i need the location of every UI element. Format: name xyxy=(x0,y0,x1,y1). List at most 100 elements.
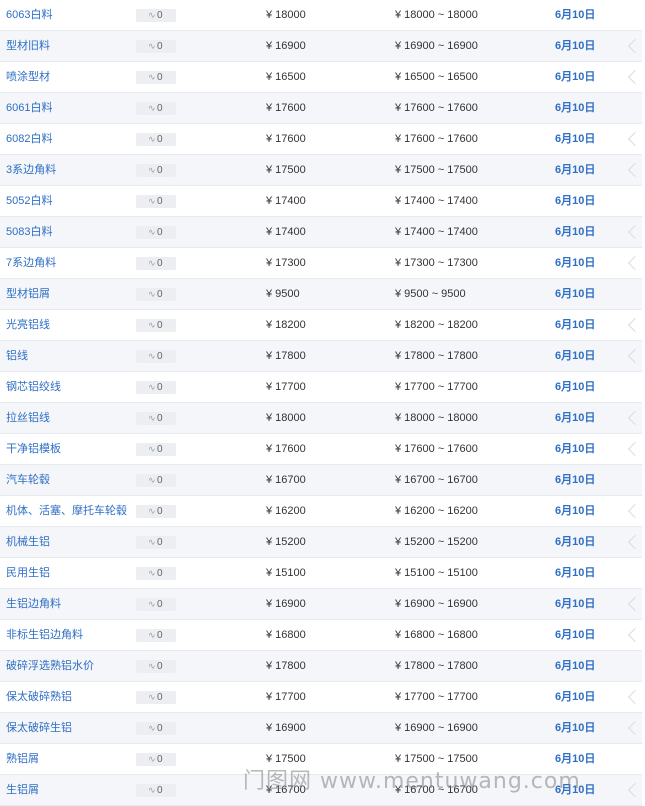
price-date: 6月10日 xyxy=(555,629,596,641)
item-name-link[interactable]: 5052白料 xyxy=(6,186,52,216)
table-row: 光亮铝线 ∿ 0 ¥ 18200 ¥ 18200 ~ 18200 6月10日 xyxy=(0,310,643,341)
change-value: 0 xyxy=(157,103,163,114)
price-date: 6月10日 xyxy=(555,71,596,83)
price-range: ¥ 17500 ~ 17500 xyxy=(395,164,478,176)
price-range: ¥ 17800 ~ 17800 xyxy=(395,660,478,672)
change-value: 0 xyxy=(157,475,163,486)
table-row: 6082白料 ∿ 0 ¥ 17600 ¥ 17600 ~ 17600 6月10日 xyxy=(0,124,643,155)
price-date: 6月10日 xyxy=(555,257,596,269)
trend-icon: ∿ xyxy=(148,475,156,485)
item-name-link[interactable]: 机体、活塞、摩托车轮毂 xyxy=(6,496,127,526)
avg-price: ¥ 17600 xyxy=(266,443,306,455)
price-range: ¥ 17800 ~ 17800 xyxy=(395,350,478,362)
price-range: ¥ 17600 ~ 17600 xyxy=(395,443,478,455)
change-badge: ∿ 0 xyxy=(136,195,176,208)
trend-icon: ∿ xyxy=(148,723,156,733)
item-name-link[interactable]: 汽车轮毂 xyxy=(6,465,50,495)
price-range: ¥ 9500 ~ 9500 xyxy=(395,288,466,300)
avg-price: ¥ 16900 xyxy=(266,598,306,610)
price-date: 6月10日 xyxy=(555,288,596,300)
price-date: 6月10日 xyxy=(555,9,596,21)
item-name-link[interactable]: 型材铝屑 xyxy=(6,279,50,309)
watermark-mark xyxy=(627,162,643,178)
change-badge: ∿ 0 xyxy=(136,319,176,332)
price-date: 6月10日 xyxy=(555,660,596,672)
price-date: 6月10日 xyxy=(555,722,596,734)
watermark-mark xyxy=(627,348,643,364)
item-name-link[interactable]: 机械生铝 xyxy=(6,527,50,557)
item-name-link[interactable]: 民用生铝 xyxy=(6,558,50,588)
item-name-link[interactable]: 6082白料 xyxy=(6,124,52,154)
change-value: 0 xyxy=(157,630,163,641)
table-row: 钢芯铝绞线 ∿ 0 ¥ 17700 ¥ 17700 ~ 17700 6月10日 xyxy=(0,372,642,403)
price-date: 6月10日 xyxy=(555,381,596,393)
price-range: ¥ 16700 ~ 16700 xyxy=(395,474,478,486)
item-name-link[interactable]: 破碎浮选熟铝水价 xyxy=(6,651,94,681)
price-date: 6月10日 xyxy=(555,226,596,238)
site-watermark: 门图网 www.mentuwang.com xyxy=(243,769,581,794)
item-name-link[interactable]: 干净铝模板 xyxy=(6,434,61,464)
item-name-link[interactable]: 型材旧料 xyxy=(6,31,50,61)
trend-icon: ∿ xyxy=(148,754,156,764)
item-name-link[interactable]: 生铝屑 xyxy=(6,775,39,805)
watermark-mark xyxy=(627,255,643,271)
table-row: 5052白料 ∿ 0 ¥ 17400 ¥ 17400 ~ 17400 6月10日 xyxy=(0,186,642,217)
watermark-mark xyxy=(627,38,643,54)
change-badge: ∿ 0 xyxy=(136,102,176,115)
watermark-mark xyxy=(627,410,643,426)
trend-icon: ∿ xyxy=(148,41,156,51)
change-value: 0 xyxy=(157,41,163,52)
change-value: 0 xyxy=(157,599,163,610)
avg-price: ¥ 18200 xyxy=(266,319,306,331)
trend-icon: ∿ xyxy=(148,227,156,237)
item-name-link[interactable]: 保太破碎生铝 xyxy=(6,713,72,743)
trend-icon: ∿ xyxy=(148,72,156,82)
item-name-link[interactable]: 喷涂型材 xyxy=(6,62,50,92)
item-name-link[interactable]: 铝线 xyxy=(6,341,28,371)
table-row: 破碎浮选熟铝水价 ∿ 0 ¥ 17800 ¥ 17800 ~ 17800 6月10日 xyxy=(0,651,642,682)
price-date: 6月10日 xyxy=(555,40,596,52)
price-range: ¥ 18000 ~ 18000 xyxy=(395,412,478,424)
item-name-link[interactable]: 熟铝屑 xyxy=(6,744,39,774)
item-name-link[interactable]: 6063白料 xyxy=(6,0,52,30)
item-name-link[interactable]: 非标生铝边角料 xyxy=(6,620,83,650)
item-name-link[interactable]: 保太破碎熟铝 xyxy=(6,682,72,712)
watermark-mark xyxy=(627,224,643,240)
change-badge: ∿ 0 xyxy=(136,536,176,549)
change-badge: ∿ 0 xyxy=(136,133,176,146)
table-row: 3系边角料 ∿ 0 ¥ 17500 ¥ 17500 ~ 17500 6月10日 xyxy=(0,155,643,186)
price-range: ¥ 17700 ~ 17700 xyxy=(395,691,478,703)
item-name-link[interactable]: 7系边角料 xyxy=(6,248,56,278)
item-name-link[interactable]: 钢芯铝绞线 xyxy=(6,372,61,402)
item-name-link[interactable]: 5083白料 xyxy=(6,217,52,247)
change-value: 0 xyxy=(157,537,163,548)
trend-icon: ∿ xyxy=(148,289,156,299)
price-range: ¥ 16900 ~ 16900 xyxy=(395,722,478,734)
avg-price: ¥ 16700 xyxy=(266,474,306,486)
item-name-link[interactable]: 光亮铝线 xyxy=(6,310,50,340)
item-name-link[interactable]: 6061白料 xyxy=(6,93,52,123)
table-row: 铝线 ∿ 0 ¥ 17800 ¥ 17800 ~ 17800 6月10日 xyxy=(0,341,643,372)
item-name-link[interactable]: 生铝边角料 xyxy=(6,589,61,619)
price-date: 6月10日 xyxy=(555,598,596,610)
change-value: 0 xyxy=(157,320,163,331)
trend-icon: ∿ xyxy=(148,661,156,671)
change-badge: ∿ 0 xyxy=(136,660,176,673)
change-value: 0 xyxy=(157,444,163,455)
change-value: 0 xyxy=(157,723,163,734)
change-badge: ∿ 0 xyxy=(136,722,176,735)
table-row: 机体、活塞、摩托车轮毂 ∿ 0 ¥ 16200 ¥ 16200 ~ 16200 6月10日 xyxy=(0,496,643,527)
table-row: 7系边角料 ∿ 0 ¥ 17300 ¥ 17300 ~ 17300 6月10日 xyxy=(0,248,643,279)
avg-price: ¥ 17600 xyxy=(266,133,306,145)
trend-icon: ∿ xyxy=(148,537,156,547)
item-name-link[interactable]: 拉丝铝线 xyxy=(6,403,50,433)
price-date: 6月10日 xyxy=(555,195,596,207)
trend-icon: ∿ xyxy=(148,351,156,361)
price-range: ¥ 17400 ~ 17400 xyxy=(395,226,478,238)
avg-price: ¥ 18000 xyxy=(266,412,306,424)
price-range: ¥ 16900 ~ 16900 xyxy=(395,40,478,52)
watermark-mark xyxy=(627,720,643,736)
change-badge: ∿ 0 xyxy=(136,40,176,53)
change-badge: ∿ 0 xyxy=(136,474,176,487)
item-name-link[interactable]: 3系边角料 xyxy=(6,155,56,185)
